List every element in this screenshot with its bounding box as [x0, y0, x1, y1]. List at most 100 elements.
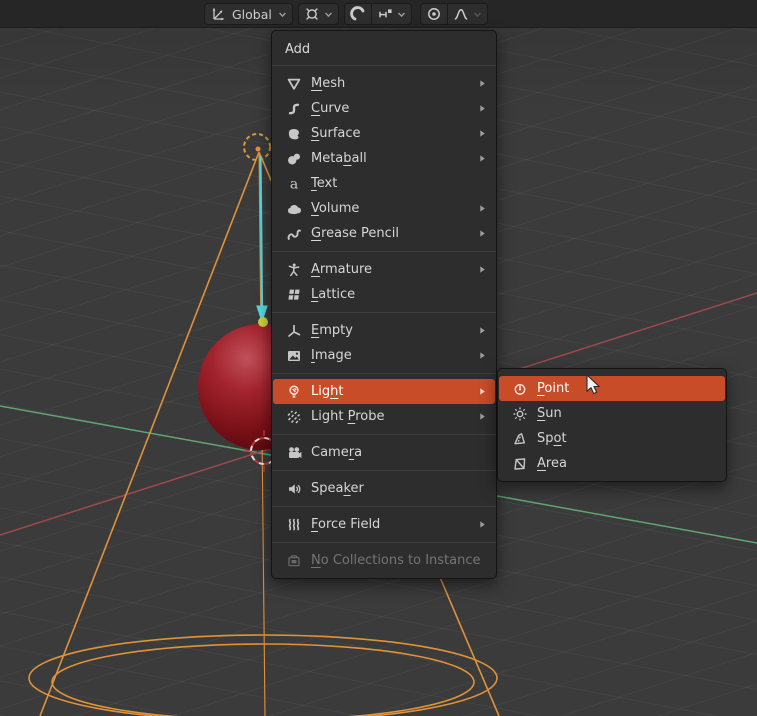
falloff-curve-icon — [453, 6, 469, 22]
menu-item-light[interactable]: Light — [273, 379, 495, 404]
submenu-arrow-icon — [479, 154, 486, 163]
menu-item-camera[interactable]: Camera — [273, 440, 495, 465]
menu-item-label: Armature — [311, 261, 373, 277]
add-menu: Add Mesh Curve Surface Metaball a Text Volume G… — [271, 30, 497, 579]
menu-separator — [272, 251, 496, 252]
menu-item-force-field[interactable]: Force Field — [273, 512, 495, 537]
magnet-button[interactable] — [345, 4, 371, 24]
menu-item-label: Image — [311, 347, 352, 363]
light-point-icon — [511, 381, 528, 397]
mesh-icon — [285, 76, 302, 92]
menu-item-armature[interactable]: Armature — [273, 257, 495, 282]
increment-snap-icon — [377, 6, 393, 22]
blender-window: Global Add Mesh Curve Surface Metaball a Text… — [0, 0, 757, 716]
menu-item-label: Light Probe — [311, 408, 385, 424]
snap-circle-x-icon — [304, 6, 320, 22]
menu-item-area[interactable]: Area — [499, 451, 725, 476]
menu-item-label: Sun — [537, 405, 562, 421]
submenu-arrow-icon — [479, 520, 486, 529]
orientation-axes-button[interactable]: Global — [205, 4, 292, 24]
submenu-arrow-icon — [479, 326, 486, 335]
menu-item-label: Camera — [311, 444, 363, 460]
menu-item-lattice[interactable]: Lattice — [273, 282, 495, 307]
toolbar: Global — [204, 3, 488, 25]
submenu-arrow-icon — [479, 265, 486, 274]
menu-item-label: Text — [311, 175, 338, 191]
submenu-arrow-icon — [479, 351, 486, 360]
menu-item-label: Spot — [537, 430, 567, 446]
orientation-axes-icon — [210, 6, 226, 22]
menu-item-label: Volume — [311, 200, 360, 216]
menu-item-empty[interactable]: Empty — [273, 318, 495, 343]
snapping-group — [343, 3, 412, 25]
chevron-down-icon[interactable] — [324, 10, 333, 19]
proportional-circle-button[interactable] — [421, 4, 447, 24]
chevron-down-icon[interactable] — [397, 10, 406, 19]
light-bulb-icon — [285, 384, 302, 400]
svg-text:a: a — [289, 176, 297, 191]
collection-instance-icon — [285, 553, 302, 569]
submenu-arrow-icon — [479, 229, 486, 238]
menu-item-label: Lattice — [311, 286, 356, 302]
transform-orientation-group: Global — [204, 3, 293, 25]
force-field-icon — [285, 517, 302, 533]
magnet-icon — [350, 6, 366, 22]
add-menu-title: Add — [285, 42, 311, 57]
menu-item-label: Area — [537, 455, 567, 471]
object-origin-point — [258, 317, 268, 327]
menu-separator — [272, 434, 496, 435]
menu-item-label: Mesh — [311, 75, 346, 91]
z-axis-gizmo-arrow[interactable] — [256, 155, 268, 323]
menu-item-metaball[interactable]: Metaball — [273, 146, 495, 171]
surface-icon — [285, 126, 302, 142]
menu-separator — [272, 373, 496, 374]
proportional-editing-group — [419, 3, 488, 25]
menu-separator — [272, 470, 496, 471]
menu-item-sun[interactable]: Sun — [499, 401, 725, 426]
chevron-down-icon[interactable] — [278, 10, 287, 19]
menu-item-mesh[interactable]: Mesh — [273, 71, 495, 96]
submenu-arrow-icon — [479, 129, 486, 138]
light-sun-icon — [511, 406, 528, 422]
menu-item-point[interactable]: Point — [499, 376, 725, 401]
menu-separator — [272, 65, 496, 66]
chevron-down-icon[interactable] — [473, 10, 482, 19]
menu-separator — [272, 542, 496, 543]
menu-item-grease-pencil[interactable]: Grease Pencil — [273, 221, 495, 246]
light-submenu: Point Sun Spot Area — [497, 368, 727, 482]
menu-item-no-collections-to-instance: No Collections to Instance — [273, 548, 495, 573]
menu-item-text[interactable]: a Text — [273, 171, 495, 196]
increment-snap-button[interactable] — [370, 4, 411, 24]
text-icon: a — [285, 176, 302, 191]
menu-item-label: Metaball — [311, 150, 367, 166]
lattice-icon — [285, 287, 302, 303]
volume-icon — [285, 201, 302, 217]
menu-item-label: No Collections to Instance — [311, 552, 481, 568]
menu-item-curve[interactable]: Curve — [273, 96, 495, 121]
menu-item-image[interactable]: Image — [273, 343, 495, 368]
grease-pencil-icon — [285, 226, 302, 242]
light-area-icon — [511, 456, 528, 472]
menu-item-label: Speaker — [311, 480, 364, 496]
menu-item-light-probe[interactable]: Light Probe — [273, 404, 495, 429]
menu-item-speaker[interactable]: Speaker — [273, 476, 495, 501]
menu-item-spot[interactable]: Spot — [499, 426, 725, 451]
submenu-arrow-icon — [479, 104, 486, 113]
snap-circle-x-button[interactable] — [299, 4, 338, 24]
menu-item-label: Surface — [311, 125, 361, 141]
menu-item-label: Force Field — [311, 516, 381, 532]
curve-icon — [285, 101, 302, 117]
submenu-arrow-icon — [479, 387, 486, 396]
speaker-icon — [285, 481, 302, 497]
menu-separator — [272, 312, 496, 313]
menu-item-surface[interactable]: Surface — [273, 121, 495, 146]
snap-target-group — [297, 3, 339, 25]
menu-item-volume[interactable]: Volume — [273, 196, 495, 221]
armature-icon — [285, 262, 302, 278]
submenu-arrow-icon — [479, 204, 486, 213]
transform-orientation-label: Global — [232, 6, 272, 22]
menu-separator — [272, 506, 496, 507]
viewport-header: Global — [0, 0, 757, 28]
falloff-curve-button[interactable] — [446, 4, 487, 24]
metaball-icon — [285, 151, 302, 167]
